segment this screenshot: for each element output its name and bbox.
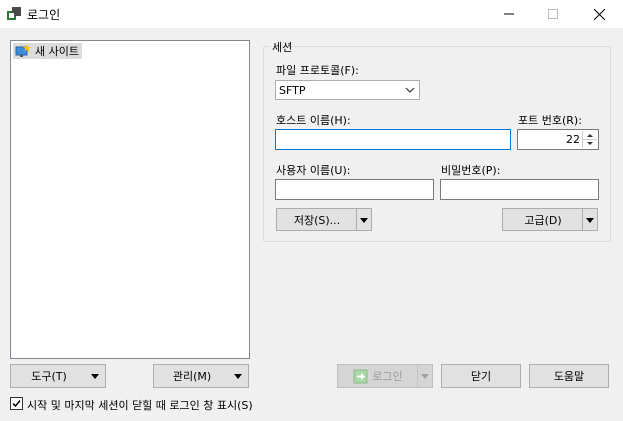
- advanced-button[interactable]: 고급(D): [502, 208, 598, 231]
- site-tree[interactable]: 새 사이트: [10, 40, 250, 359]
- split-divider: [582, 209, 583, 230]
- arrow-down-icon: [586, 218, 594, 223]
- advanced-button-label: 고급(D): [524, 213, 562, 227]
- arrow-down-icon: [421, 374, 429, 379]
- manage-button[interactable]: 관리(M): [153, 364, 249, 388]
- save-button[interactable]: 저장(S)...: [276, 208, 372, 231]
- close-button[interactable]: [576, 0, 622, 28]
- save-button-label: 저장(S)...: [293, 213, 341, 227]
- port-spin-buttons[interactable]: [582, 131, 597, 148]
- help-button-label: 도움말: [553, 370, 585, 383]
- window-title: 로그인: [27, 8, 61, 22]
- split-divider: [417, 365, 418, 387]
- port-spinner[interactable]: 22: [517, 129, 599, 150]
- manage-button-label: 관리(M): [172, 370, 212, 383]
- username-input[interactable]: [275, 179, 434, 200]
- tools-button[interactable]: 도구(T): [10, 364, 106, 388]
- username-label: 사용자 이름(U):: [276, 164, 351, 177]
- minimize-button[interactable]: [486, 0, 532, 28]
- advanced-dropdown-arrow[interactable]: [586, 218, 594, 223]
- host-label: 호스트 이름(H):: [276, 114, 351, 127]
- site-item-label: 새 사이트: [35, 45, 79, 58]
- login-icon: [353, 369, 368, 383]
- password-input[interactable]: [440, 179, 599, 200]
- maximize-button[interactable]: [530, 0, 576, 28]
- app-icon: [7, 7, 21, 20]
- arrow-down-icon: [91, 374, 99, 379]
- show-login-checkbox[interactable]: [10, 397, 23, 410]
- help-button[interactable]: 도움말: [529, 364, 609, 388]
- host-input[interactable]: [275, 129, 511, 150]
- minimize-icon: [504, 13, 514, 15]
- checkmark-icon: [12, 400, 21, 408]
- chevron-down-icon: [405, 87, 415, 93]
- password-label: 비밀번호(P):: [441, 164, 501, 177]
- protocol-label: 파일 프로토콜(F):: [276, 64, 359, 77]
- save-dropdown-arrow[interactable]: [360, 218, 368, 223]
- new-site-icon: [15, 44, 31, 57]
- arrow-down-icon: [234, 374, 242, 379]
- protocol-value: SFTP: [279, 83, 306, 97]
- spin-arrows-icon: [583, 134, 597, 145]
- site-item-new-site[interactable]: 새 사이트: [13, 43, 82, 59]
- session-group-label: 세션: [270, 39, 295, 55]
- port-label: 포트 번호(R):: [518, 114, 582, 127]
- login-button-label: 로그인: [372, 370, 403, 383]
- protocol-select[interactable]: SFTP: [275, 80, 420, 100]
- tools-button-label: 도구(T): [31, 370, 67, 383]
- split-divider: [356, 209, 357, 230]
- port-value: 22: [566, 133, 580, 146]
- close-dialog-label: 닫기: [470, 370, 492, 383]
- maximize-icon: [548, 9, 558, 19]
- close-dialog-button[interactable]: 닫기: [441, 364, 521, 388]
- login-button[interactable]: 로그인: [337, 364, 433, 388]
- arrow-down-icon: [360, 218, 368, 223]
- close-icon: [593, 8, 605, 20]
- show-login-checkbox-label[interactable]: 시작 및 마지막 세션이 닫힐 때 로그인 창 표시(S): [27, 397, 253, 413]
